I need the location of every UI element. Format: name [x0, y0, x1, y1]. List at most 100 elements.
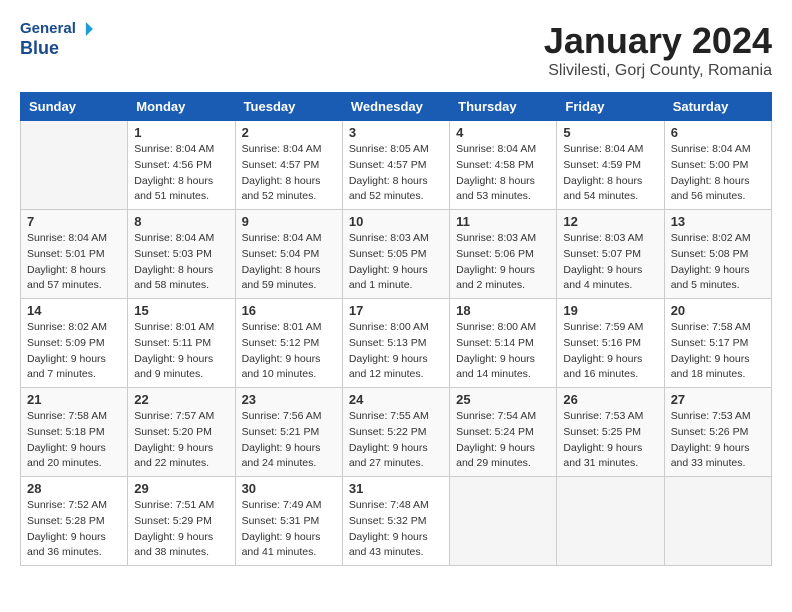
calendar-day-cell: 11Sunrise: 8:03 AMSunset: 5:06 PMDayligh…: [450, 210, 557, 299]
calendar-day-cell: 9Sunrise: 8:04 AMSunset: 5:04 PMDaylight…: [235, 210, 342, 299]
day-number: 20: [671, 303, 765, 318]
day-info: Sunrise: 7:58 AMSunset: 5:17 PMDaylight:…: [671, 320, 765, 383]
day-info: Sunrise: 8:01 AMSunset: 5:12 PMDaylight:…: [242, 320, 336, 383]
day-number: 19: [563, 303, 657, 318]
calendar-day-cell: 7 Sunrise: 8:04 AMSunset: 5:01 PMDaylight…: [21, 210, 128, 299]
calendar-day-cell: 23 Sunrise: 7:56 AMSunset: 5:21 PMDayligh…: [235, 388, 342, 477]
day-info: Sunrise: 8:00 AMSunset: 5:13 PMDaylight:…: [349, 320, 443, 383]
calendar-day-cell: 6 Sunrise: 8:04 AMSunset: 5:00 PMDaylight…: [664, 121, 771, 210]
day-number: 30: [242, 481, 336, 496]
logo-general: General: [20, 20, 76, 38]
calendar-day-cell: 15Sunrise: 8:01 AMSunset: 5:11 PMDayligh…: [128, 299, 235, 388]
day-number: 4: [456, 125, 550, 140]
day-info: Sunrise: 8:05 AMSunset: 4:57 PMDaylight:…: [349, 142, 443, 205]
day-info: Sunrise: 7:56 AMSunset: 5:21 PMDaylight:…: [242, 409, 336, 472]
day-info: Sunrise: 8:04 AMSunset: 5:03 PMDaylight:…: [134, 231, 228, 294]
logo-blue: Blue: [20, 38, 93, 60]
day-info: Sunrise: 7:55 AMSunset: 5:22 PMDaylight:…: [349, 409, 443, 472]
calendar-day-cell: 31 Sunrise: 7:48 AMSunset: 5:32 PMDayligh…: [342, 477, 449, 566]
day-info: Sunrise: 8:03 AMSunset: 5:05 PMDaylight:…: [349, 231, 443, 294]
calendar-day-cell: 12Sunrise: 8:03 AMSunset: 5:07 PMDayligh…: [557, 210, 664, 299]
weekday-header-cell: Monday: [128, 93, 235, 121]
day-number: 26: [563, 392, 657, 407]
day-number: 31: [349, 481, 443, 496]
day-number: 15: [134, 303, 228, 318]
calendar-day-cell: 14Sunrise: 8:02 AMSunset: 5:09 PMDayligh…: [21, 299, 128, 388]
day-number: 3: [349, 125, 443, 140]
calendar-day-cell: 24 Sunrise: 7:55 AMSunset: 5:22 PMDayligh…: [342, 388, 449, 477]
calendar-day-cell: 1 Sunrise: 8:04 AMSunset: 4:56 PMDaylight…: [128, 121, 235, 210]
weekday-header-cell: Sunday: [21, 93, 128, 121]
calendar-week-row: 14Sunrise: 8:02 AMSunset: 5:09 PMDayligh…: [21, 299, 772, 388]
weekday-header-cell: Tuesday: [235, 93, 342, 121]
location: Slivilesti, Gorj County, Romania: [544, 62, 772, 80]
day-number: 17: [349, 303, 443, 318]
day-number: 29: [134, 481, 228, 496]
calendar-day-cell: 8 Sunrise: 8:04 AMSunset: 5:03 PMDaylight…: [128, 210, 235, 299]
weekday-header: SundayMondayTuesdayWednesdayThursdayFrid…: [21, 93, 772, 121]
calendar-day-cell: 20 Sunrise: 7:58 AMSunset: 5:17 PMDayligh…: [664, 299, 771, 388]
calendar-day-cell: [21, 121, 128, 210]
day-number: 5: [563, 125, 657, 140]
calendar-week-row: 28 Sunrise: 7:52 AMSunset: 5:28 PMDayligh…: [21, 477, 772, 566]
day-info: Sunrise: 7:59 AMSunset: 5:16 PMDaylight:…: [563, 320, 657, 383]
calendar-day-cell: 3 Sunrise: 8:05 AMSunset: 4:57 PMDaylight…: [342, 121, 449, 210]
day-number: 13: [671, 214, 765, 229]
weekday-header-cell: Thursday: [450, 93, 557, 121]
day-number: 8: [134, 214, 228, 229]
day-info: Sunrise: 7:53 AMSunset: 5:25 PMDaylight:…: [563, 409, 657, 472]
day-number: 28: [27, 481, 121, 496]
logo-icon: [79, 22, 93, 36]
day-info: Sunrise: 7:54 AMSunset: 5:24 PMDaylight:…: [456, 409, 550, 472]
day-number: 9: [242, 214, 336, 229]
day-number: 24: [349, 392, 443, 407]
calendar-day-cell: 30Sunrise: 7:49 AMSunset: 5:31 PMDayligh…: [235, 477, 342, 566]
day-number: 11: [456, 214, 550, 229]
weekday-header-cell: Saturday: [664, 93, 771, 121]
calendar-day-cell: 2 Sunrise: 8:04 AMSunset: 4:57 PMDaylight…: [235, 121, 342, 210]
day-number: 21: [27, 392, 121, 407]
day-info: Sunrise: 8:04 AMSunset: 5:01 PMDaylight:…: [27, 231, 121, 294]
day-info: Sunrise: 8:04 AMSunset: 4:57 PMDaylight:…: [242, 142, 336, 205]
day-info: Sunrise: 8:00 AMSunset: 5:14 PMDaylight:…: [456, 320, 550, 383]
day-info: Sunrise: 7:57 AMSunset: 5:20 PMDaylight:…: [134, 409, 228, 472]
calendar-day-cell: 17 Sunrise: 8:00 AMSunset: 5:13 PMDayligh…: [342, 299, 449, 388]
header: General Blue January 2024 Slivilesti, Go…: [20, 20, 772, 80]
calendar-day-cell: [450, 477, 557, 566]
calendar-day-cell: 10 Sunrise: 8:03 AMSunset: 5:05 PMDayligh…: [342, 210, 449, 299]
calendar-week-row: 7 Sunrise: 8:04 AMSunset: 5:01 PMDaylight…: [21, 210, 772, 299]
calendar-day-cell: 25 Sunrise: 7:54 AMSunset: 5:24 PMDayligh…: [450, 388, 557, 477]
calendar-week-row: 21 Sunrise: 7:58 AMSunset: 5:18 PMDayligh…: [21, 388, 772, 477]
day-number: 16: [242, 303, 336, 318]
day-info: Sunrise: 7:51 AMSunset: 5:29 PMDaylight:…: [134, 498, 228, 561]
logo: General Blue: [20, 20, 93, 60]
day-number: 14: [27, 303, 121, 318]
day-info: Sunrise: 8:03 AMSunset: 5:07 PMDaylight:…: [563, 231, 657, 294]
day-number: 27: [671, 392, 765, 407]
calendar-week-row: 1 Sunrise: 8:04 AMSunset: 4:56 PMDaylight…: [21, 121, 772, 210]
day-info: Sunrise: 7:48 AMSunset: 5:32 PMDaylight:…: [349, 498, 443, 561]
day-info: Sunrise: 8:02 AMSunset: 5:08 PMDaylight:…: [671, 231, 765, 294]
day-number: 25: [456, 392, 550, 407]
day-number: 23: [242, 392, 336, 407]
calendar-day-cell: 19 Sunrise: 7:59 AMSunset: 5:16 PMDayligh…: [557, 299, 664, 388]
day-info: Sunrise: 7:53 AMSunset: 5:26 PMDaylight:…: [671, 409, 765, 472]
day-number: 1: [134, 125, 228, 140]
day-number: 22: [134, 392, 228, 407]
day-info: Sunrise: 8:04 AMSunset: 4:56 PMDaylight:…: [134, 142, 228, 205]
calendar-day-cell: 18Sunrise: 8:00 AMSunset: 5:14 PMDayligh…: [450, 299, 557, 388]
day-number: 7: [27, 214, 121, 229]
calendar-day-cell: 26 Sunrise: 7:53 AMSunset: 5:25 PMDayligh…: [557, 388, 664, 477]
calendar-body: 1 Sunrise: 8:04 AMSunset: 4:56 PMDaylight…: [21, 121, 772, 566]
calendar-day-cell: 22 Sunrise: 7:57 AMSunset: 5:20 PMDayligh…: [128, 388, 235, 477]
day-number: 2: [242, 125, 336, 140]
day-info: Sunrise: 7:52 AMSunset: 5:28 PMDaylight:…: [27, 498, 121, 561]
day-info: Sunrise: 8:04 AMSunset: 5:00 PMDaylight:…: [671, 142, 765, 205]
day-info: Sunrise: 7:58 AMSunset: 5:18 PMDaylight:…: [27, 409, 121, 472]
calendar-day-cell: [557, 477, 664, 566]
calendar: SundayMondayTuesdayWednesdayThursdayFrid…: [20, 92, 772, 566]
calendar-day-cell: 21 Sunrise: 7:58 AMSunset: 5:18 PMDayligh…: [21, 388, 128, 477]
day-number: 10: [349, 214, 443, 229]
calendar-day-cell: 28 Sunrise: 7:52 AMSunset: 5:28 PMDayligh…: [21, 477, 128, 566]
day-number: 6: [671, 125, 765, 140]
